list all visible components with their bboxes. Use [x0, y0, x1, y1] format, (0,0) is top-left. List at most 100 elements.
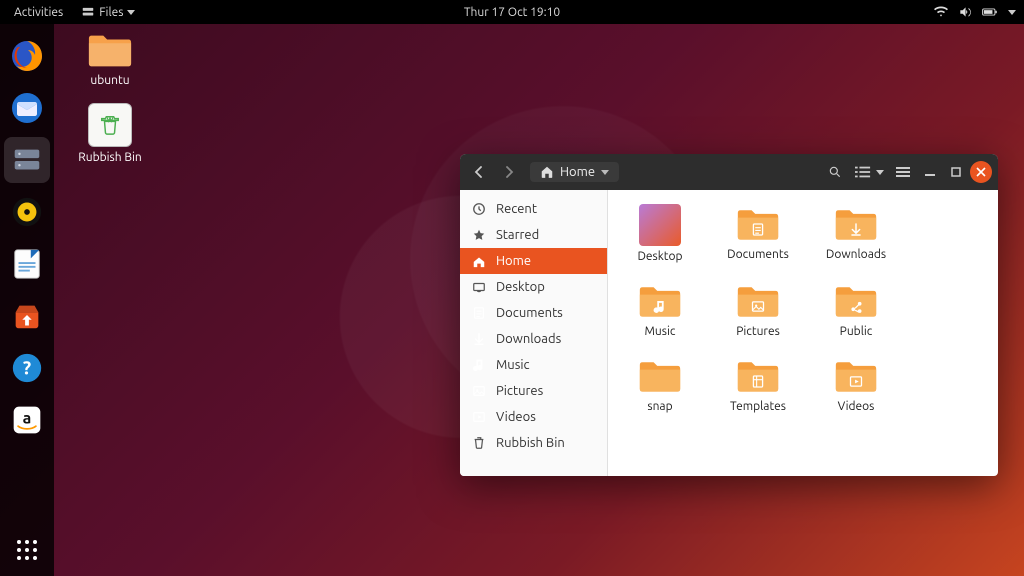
sidebar-item-home[interactable]: Home	[460, 248, 607, 274]
sidebar-item-downloads[interactable]: Downloads	[460, 326, 607, 352]
file-item-public[interactable]: Public	[822, 281, 890, 338]
maximize-button[interactable]	[944, 160, 968, 184]
chevron-down-icon	[127, 10, 135, 15]
view-list-button[interactable]	[850, 159, 876, 185]
star-icon	[472, 228, 486, 242]
places-sidebar: Recent Starred Home Desktop Documents Downloa…	[460, 190, 608, 476]
folder-icon	[822, 204, 890, 244]
sidebar-item-rubbish-bin[interactable]: Rubbish Bin	[460, 430, 607, 456]
file-item-pictures[interactable]: Pictures	[724, 281, 792, 338]
desktop-icon	[472, 280, 486, 294]
music-icon	[472, 358, 486, 372]
app-menu-button[interactable]: Files	[75, 5, 141, 19]
file-item-label: Documents	[724, 248, 792, 261]
sidebar-item-label: Home	[496, 254, 531, 268]
firefox-icon	[9, 38, 45, 74]
sidebar-item-videos[interactable]: Videos	[460, 404, 607, 430]
hamburger-icon	[896, 165, 910, 179]
sidebar-item-label: Rubbish Bin	[496, 436, 565, 450]
home-icon	[472, 254, 486, 268]
chevron-right-icon	[503, 166, 515, 178]
desktop-icon-rubbish-bin[interactable]: Rubbish Bin	[70, 103, 150, 164]
clock[interactable]: Thur 17 Oct 19:10	[458, 6, 566, 19]
sidebar-item-documents[interactable]: Documents	[460, 300, 607, 326]
desktop-icon-ubuntu[interactable]: ubuntu	[70, 30, 150, 87]
battery-icon[interactable]	[982, 5, 998, 19]
clock-icon	[472, 202, 486, 216]
close-button[interactable]	[970, 161, 992, 183]
folder-icon	[724, 281, 792, 321]
chevron-down-icon[interactable]	[876, 170, 884, 175]
desktop-icons: ubuntu Rubbish Bin	[70, 30, 150, 180]
sidebar-item-recent[interactable]: Recent	[460, 196, 607, 222]
writer-icon	[11, 247, 43, 281]
nav-back-button[interactable]	[466, 159, 492, 185]
file-item-templates[interactable]: Templates	[724, 356, 792, 413]
file-item-label: Desktop	[626, 250, 694, 263]
folder-icon	[626, 356, 694, 396]
file-item-documents[interactable]: Documents	[724, 204, 792, 263]
thunderbird-icon	[9, 90, 45, 126]
path-bar[interactable]: Home	[530, 162, 619, 182]
volume-icon[interactable]	[958, 5, 972, 19]
dock-writer[interactable]	[4, 241, 50, 287]
chevron-down-icon	[601, 170, 609, 175]
dock-help[interactable]: ?	[4, 345, 50, 391]
sidebar-item-pictures[interactable]: Pictures	[460, 378, 607, 404]
chevron-left-icon	[473, 166, 485, 178]
trash-icon	[88, 103, 132, 147]
file-item-label: Downloads	[822, 248, 890, 261]
file-grid[interactable]: Desktop Documents Downloads Music Pictures Pu…	[608, 190, 998, 476]
file-item-label: Templates	[724, 400, 792, 413]
nav-forward-button[interactable]	[496, 159, 522, 185]
doc-icon	[472, 306, 486, 320]
path-label: Home	[560, 165, 595, 179]
close-icon	[976, 167, 986, 177]
sidebar-item-label: Starred	[496, 228, 539, 242]
network-icon[interactable]	[934, 5, 948, 19]
system-menu-chevron-icon[interactable]	[1008, 10, 1016, 15]
sidebar-item-music[interactable]: Music	[460, 352, 607, 378]
hamburger-menu-button[interactable]	[890, 159, 916, 185]
dock-rhythmbox[interactable]	[4, 189, 50, 235]
desktop-folder-icon	[639, 204, 681, 246]
sidebar-item-label: Music	[496, 358, 530, 372]
svg-text:a: a	[23, 410, 32, 428]
sidebar-item-label: Downloads	[496, 332, 561, 346]
folder-icon	[822, 356, 890, 396]
dock-firefox[interactable]	[4, 33, 50, 79]
search-button[interactable]	[822, 159, 848, 185]
show-applications-button[interactable]	[4, 527, 50, 573]
file-item-videos[interactable]: Videos	[822, 356, 890, 413]
file-item-music[interactable]: Music	[626, 281, 694, 338]
file-item-label: Pictures	[724, 325, 792, 338]
files-window: Home Recent Starred Home Desktop Documents Do…	[460, 154, 998, 476]
minimize-button[interactable]	[918, 160, 942, 184]
dock-software[interactable]	[4, 293, 50, 339]
sidebar-item-label: Videos	[496, 410, 536, 424]
sidebar-item-starred[interactable]: Starred	[460, 222, 607, 248]
file-item-label: Videos	[822, 400, 890, 413]
folder-icon	[724, 356, 792, 396]
sidebar-item-desktop[interactable]: Desktop	[460, 274, 607, 300]
desktop-icon-label: ubuntu	[70, 74, 150, 87]
file-item-label: Public	[822, 325, 890, 338]
file-item-label: snap	[626, 400, 694, 413]
sidebar-item-label: Documents	[496, 306, 563, 320]
dock: ? a	[0, 24, 54, 576]
file-item-desktop[interactable]: Desktop	[626, 204, 694, 263]
amazon-icon: a	[11, 404, 43, 436]
activities-button[interactable]: Activities	[8, 6, 69, 19]
dock-thunderbird[interactable]	[4, 85, 50, 131]
titlebar[interactable]: Home	[460, 154, 998, 190]
dock-files[interactable]	[4, 137, 50, 183]
folder-icon	[626, 281, 694, 321]
files-app-icon	[10, 143, 44, 177]
file-item-downloads[interactable]: Downloads	[822, 204, 890, 263]
file-item-snap[interactable]: snap	[626, 356, 694, 413]
svg-text:?: ?	[23, 357, 31, 379]
folder-icon	[87, 30, 133, 70]
sidebar-item-label: Desktop	[496, 280, 545, 294]
dock-amazon[interactable]: a	[4, 397, 50, 443]
sidebar-item-label: Pictures	[496, 384, 543, 398]
